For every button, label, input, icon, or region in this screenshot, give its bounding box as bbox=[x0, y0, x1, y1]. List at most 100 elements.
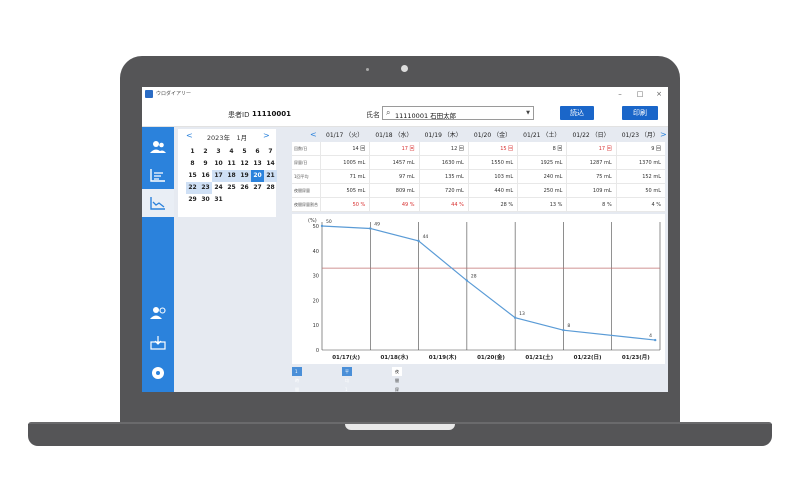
stats-cell: 152 mL bbox=[615, 170, 665, 184]
stats-cell: 505 mL bbox=[320, 184, 369, 198]
sidebar-item-import[interactable] bbox=[142, 329, 174, 357]
calendar-day[interactable]: 9 bbox=[199, 158, 212, 170]
calendar-day[interactable]: 8 bbox=[186, 158, 199, 170]
calendar-day[interactable]: 22 bbox=[186, 182, 199, 194]
stats-cell: 75 mL bbox=[566, 170, 615, 184]
calendar-day[interactable]: 28 bbox=[264, 182, 277, 194]
graph-tab[interactable]: 夜間尿量割合 bbox=[392, 367, 402, 392]
laptop-notch bbox=[345, 424, 455, 430]
read-button[interactable]: 読込 bbox=[560, 106, 594, 120]
calendar-day bbox=[225, 194, 238, 206]
calendar-day[interactable]: 10 bbox=[212, 158, 225, 170]
stats-row-label: 1回平均 bbox=[294, 174, 309, 179]
calendar-day[interactable]: 11 bbox=[225, 158, 238, 170]
stats-cell: 1457 mL bbox=[369, 156, 418, 170]
patient-name-select[interactable]: ⌕ 11110001 石田太郎 ▼ bbox=[382, 106, 534, 120]
calendar-day[interactable]: 14 bbox=[264, 158, 277, 170]
y-tick-label: 0 bbox=[316, 348, 319, 354]
calendar-day[interactable]: 17 bbox=[212, 170, 225, 182]
calendar-day[interactable]: 18 bbox=[225, 170, 238, 182]
data-point bbox=[320, 224, 324, 228]
calendar-day[interactable]: 6 bbox=[251, 146, 264, 158]
calendar-day[interactable]: 1 bbox=[186, 146, 199, 158]
calendar-day[interactable]: 30 bbox=[199, 194, 212, 206]
data-point bbox=[562, 328, 565, 332]
data-point bbox=[417, 239, 420, 243]
stats-cell: 13 % bbox=[517, 198, 566, 212]
calendar-day[interactable]: 25 bbox=[225, 182, 238, 194]
day-header: 01/23 （月） bbox=[621, 132, 659, 139]
users-icon bbox=[150, 141, 166, 153]
sidebar-item-table[interactable] bbox=[142, 161, 174, 189]
days-prev-button[interactable]: < bbox=[310, 130, 317, 139]
sidebar-item-graph[interactable] bbox=[142, 189, 174, 217]
y-tick-label: 20 bbox=[313, 298, 319, 304]
stats-cell: 809 mL bbox=[369, 184, 418, 198]
calendar-day[interactable]: 29 bbox=[186, 194, 199, 206]
stats-row-label: 尿量/日 bbox=[294, 160, 308, 165]
day-header: 01/20 （金） bbox=[473, 132, 512, 139]
stats-cell: 8 回 bbox=[517, 142, 566, 156]
data-point bbox=[369, 227, 372, 230]
stats-cell: 14 回 bbox=[320, 142, 369, 156]
stats-row-label: 回数/日 bbox=[294, 146, 308, 151]
graph-tab[interactable]: 1時間排尿回数グラフ bbox=[292, 367, 302, 392]
stats-cell: 250 mL bbox=[517, 184, 566, 198]
calendar-day bbox=[238, 194, 251, 206]
calendar-next-button[interactable]: > bbox=[263, 131, 270, 140]
calendar-day[interactable]: 27 bbox=[251, 182, 264, 194]
calendar-day[interactable]: 2 bbox=[199, 146, 212, 158]
calendar-day[interactable]: 23 bbox=[199, 182, 212, 194]
minimize-button[interactable]: – bbox=[614, 89, 626, 99]
calendar-day[interactable]: 26 bbox=[238, 182, 251, 194]
calendar-day[interactable]: 31 bbox=[212, 194, 225, 206]
maximize-button[interactable]: □ bbox=[634, 89, 646, 99]
patient-name-value: 11110001 石田太郎 bbox=[395, 112, 457, 120]
app-logo-icon bbox=[145, 90, 153, 98]
stats-cell: 135 mL bbox=[418, 170, 468, 184]
data-label: 13 bbox=[519, 311, 525, 317]
day-header: 01/17 （火） bbox=[326, 132, 364, 139]
sensor-dot bbox=[366, 68, 369, 71]
sidebar-item-user-settings[interactable] bbox=[142, 299, 174, 327]
patient-id-value: 11110001 bbox=[252, 110, 291, 118]
calendar-day[interactable]: 24 bbox=[212, 182, 225, 194]
data-label: 28 bbox=[471, 274, 477, 280]
calendar-day[interactable]: 12 bbox=[238, 158, 251, 170]
sidebar-item-settings[interactable] bbox=[142, 359, 174, 387]
stats-cell: 50 % bbox=[320, 198, 369, 212]
stats-row-label: 夜間尿量 bbox=[294, 188, 310, 193]
calendar-day[interactable]: 19 bbox=[238, 170, 251, 182]
data-label: 44 bbox=[423, 234, 429, 240]
stats-cell: 97 mL bbox=[369, 170, 418, 184]
table-chart-icon bbox=[150, 169, 165, 182]
close-button[interactable]: × bbox=[653, 89, 665, 99]
stats-cell: 1925 mL bbox=[517, 156, 566, 170]
day-header: 01/22 （日） bbox=[572, 132, 610, 139]
calendar-day[interactable]: 16 bbox=[199, 170, 212, 182]
stats-cell: 1370 mL bbox=[615, 156, 665, 170]
data-point bbox=[653, 338, 657, 342]
stats-cell: 103 mL bbox=[467, 170, 517, 184]
calendar-day[interactable]: 13 bbox=[251, 158, 264, 170]
sidebar-item-patients[interactable] bbox=[142, 133, 174, 161]
stats-row: 尿量/日 1005 mL 1457 mL 1630 mL 1550 mL 1925 mL 1… bbox=[292, 156, 665, 170]
x-tick-label: 01/22(日) bbox=[574, 354, 602, 361]
graph-tab[interactable]: 平均1回排尿量グラフ bbox=[342, 367, 352, 392]
print-button[interactable]: 印刷 bbox=[622, 106, 658, 120]
calendar-day[interactable]: 21 bbox=[264, 170, 277, 182]
calendar-day[interactable]: 4 bbox=[225, 146, 238, 158]
search-icon: ⌕ bbox=[386, 108, 391, 117]
stats-cell: 1550 mL bbox=[467, 156, 517, 170]
x-tick-label: 01/20(金) bbox=[477, 353, 505, 361]
y-tick-label: 30 bbox=[313, 274, 319, 280]
calendar-day[interactable]: 20 bbox=[251, 170, 264, 182]
stats-cell: 71 mL bbox=[320, 170, 369, 184]
days-next-button[interactable]: > bbox=[660, 130, 667, 139]
calendar-day[interactable]: 3 bbox=[212, 146, 225, 158]
calendar-grid: 1 2 3 4 5 6 7 8 9 10 11 12 13 14 15 16 17 18 19 20 21 22 23 24 2… bbox=[186, 146, 277, 206]
stats-cell: 1630 mL bbox=[418, 156, 468, 170]
calendar-day[interactable]: 7 bbox=[264, 146, 277, 158]
calendar-day[interactable]: 5 bbox=[238, 146, 251, 158]
calendar-day[interactable]: 15 bbox=[186, 170, 199, 182]
